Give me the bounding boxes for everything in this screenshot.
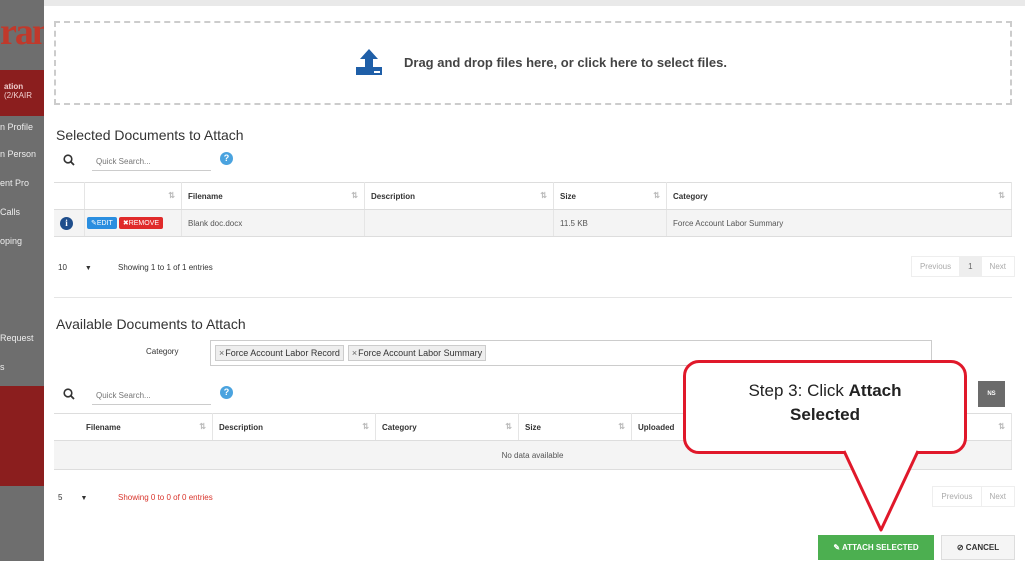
remove-chip-icon[interactable]: ×: [219, 348, 224, 358]
background-nav-item: oping: [0, 236, 23, 246]
brand-logo-fragment: ran: [0, 11, 44, 53]
callout-pointer: [842, 450, 920, 532]
sort-icon[interactable]: ⇅: [199, 422, 206, 431]
sort-icon[interactable]: ⇅: [351, 191, 358, 200]
selected-documents-table: ⇅ Filename ⇅ Description ⇅ Size ⇅ Category ⇅…: [54, 182, 1012, 237]
upload-icon: [356, 49, 382, 75]
available-pagination: Previous Next: [932, 486, 1015, 507]
column-header-actions: ⇅: [84, 182, 182, 210]
sort-icon[interactable]: ⇅: [998, 191, 1005, 200]
selected-page-size-select[interactable]: 10 ▼: [58, 263, 92, 272]
columns-toggle-button[interactable]: NS: [978, 381, 1005, 407]
column-header-filename[interactable]: Filename ⇅: [80, 413, 213, 441]
sort-icon[interactable]: ⇅: [362, 422, 369, 431]
cell-category: Force Account Labor Summary: [666, 209, 1012, 237]
cell-description: [364, 209, 554, 237]
background-nav-item: n Person: [0, 149, 37, 159]
caret-down-icon: ▼: [84, 265, 92, 272]
background-red-panel: [0, 386, 44, 486]
column-header-category[interactable]: Category ⇅: [666, 182, 1012, 210]
background-nav-item: Request: [0, 333, 34, 343]
section-divider: [54, 297, 1012, 298]
edit-button[interactable]: ✎EDIT: [87, 217, 117, 229]
column-header-description[interactable]: Description ⇅: [364, 182, 554, 210]
search-icon: [63, 388, 75, 400]
search-icon: [63, 154, 75, 166]
available-documents-title: Available Documents to Attach: [56, 316, 246, 332]
sort-icon[interactable]: ⇅: [168, 191, 175, 200]
next-page-button[interactable]: Next: [980, 256, 1015, 277]
remove-chip-icon[interactable]: ×: [352, 348, 357, 358]
background-section-sublabel: (2/KAIR: [4, 91, 33, 100]
next-page-button[interactable]: Next: [980, 486, 1015, 507]
attach-selected-button[interactable]: ✎ ATTACH SELECTED: [818, 535, 934, 560]
ban-icon: ⊘: [956, 543, 964, 552]
selected-search-input[interactable]: [92, 152, 211, 171]
previous-page-button[interactable]: Previous: [932, 486, 982, 507]
background-nav-item: n Profile: [0, 122, 34, 132]
category-chip[interactable]: ×Force Account Labor Summary: [347, 345, 487, 361]
sort-icon[interactable]: ⇅: [618, 422, 625, 431]
column-header-size[interactable]: Size ⇅: [518, 413, 632, 441]
page-number-button[interactable]: 1: [959, 256, 982, 277]
selected-entries-info: Showing 1 to 1 of 1 entries: [118, 263, 213, 272]
caret-down-icon: ▼: [80, 495, 88, 502]
cancel-button[interactable]: ⊘ CANCEL: [941, 535, 1015, 560]
column-header-expand: [54, 182, 85, 210]
column-header-filename[interactable]: Filename ⇅: [181, 182, 365, 210]
table-row: i ✎EDIT ✖REMOVE Blank doc.docx 11.5 KB Fo…: [54, 209, 1012, 237]
background-section-label: ation: [4, 82, 24, 91]
column-header-category[interactable]: Category ⇅: [375, 413, 519, 441]
remove-button[interactable]: ✖REMOVE: [118, 217, 164, 229]
cell-size: 11.5 KB: [553, 209, 667, 237]
background-nav-item: ent Pro: [0, 178, 30, 188]
info-icon[interactable]: i: [60, 216, 73, 230]
selected-pagination: Previous 1 Next: [910, 256, 1015, 277]
selected-documents-title: Selected Documents to Attach: [56, 127, 244, 143]
cell-filename: Blank doc.docx: [181, 209, 365, 237]
sort-icon[interactable]: ⇅: [540, 191, 547, 200]
background-nav-item: Calls: [0, 207, 21, 217]
callout-text: Step 3: Click Attach Selected: [748, 381, 902, 424]
file-dropzone[interactable]: Drag and drop files here, or click here …: [54, 21, 1012, 105]
sort-icon[interactable]: ⇅: [505, 422, 512, 431]
available-page-size-select[interactable]: 5 ▼: [58, 493, 87, 502]
background-nav-item: s: [0, 362, 5, 372]
available-search-input[interactable]: [92, 386, 211, 405]
dropzone-text: Drag and drop files here, or click here …: [404, 55, 727, 70]
background-active-section: ation (2/KAIR: [0, 70, 44, 116]
previous-page-button[interactable]: Previous: [910, 256, 961, 277]
background-app-sidebar: ran ation (2/KAIR n Profile n Person ent…: [0, 0, 44, 561]
step-callout: Step 3: Click Attach Selected: [683, 360, 967, 454]
paperclip-icon: ✎: [833, 543, 841, 552]
column-header-size[interactable]: Size ⇅: [553, 182, 667, 210]
column-header-description[interactable]: Description ⇅: [212, 413, 376, 441]
help-icon[interactable]: ?: [220, 386, 233, 399]
help-icon[interactable]: ?: [220, 152, 233, 165]
sort-icon[interactable]: ⇅: [998, 422, 1005, 431]
sort-icon[interactable]: ⇅: [653, 191, 660, 200]
category-chip[interactable]: ×Force Account Labor Record: [215, 345, 344, 361]
available-entries-info: Showing 0 to 0 of 0 entries: [118, 493, 213, 502]
category-filter-label: Category: [146, 347, 179, 356]
